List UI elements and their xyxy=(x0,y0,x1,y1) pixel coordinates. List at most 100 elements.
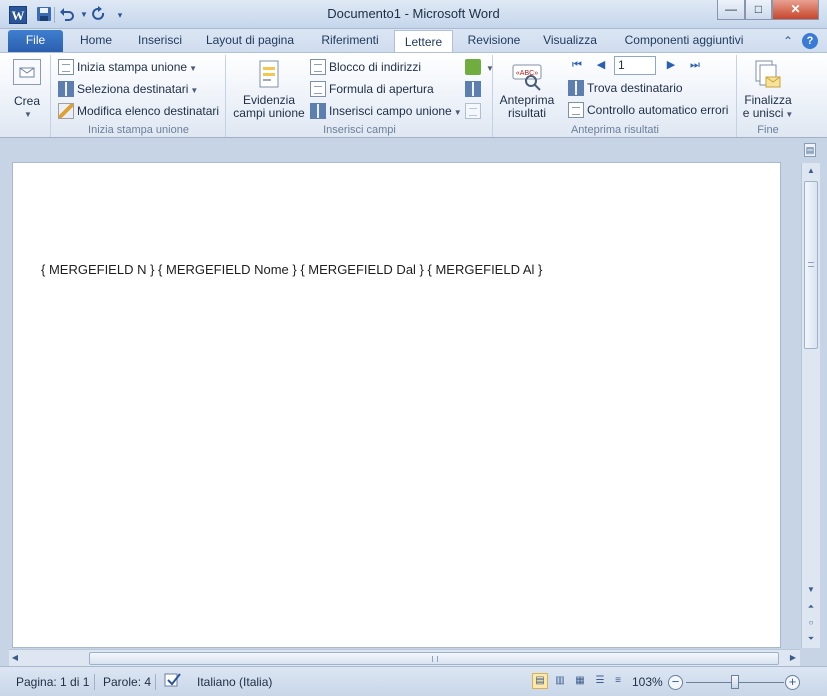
scroll-up-icon[interactable]: ▲ xyxy=(802,163,820,179)
language[interactable]: Italiano (Italia) xyxy=(197,672,272,692)
seleziona-dropdown-icon: ▼ xyxy=(190,86,199,95)
vertical-scrollbar[interactable]: ▲ ▼ ⏶ ○ ⏷ xyxy=(801,163,820,648)
help-icon[interactable]: ? xyxy=(802,33,818,49)
evidenzia-line2: campi unione xyxy=(233,106,305,120)
tab-revisione[interactable]: Revisione xyxy=(462,29,526,53)
blocco-di-indirizzi-button[interactable]: Blocco di indirizzi xyxy=(310,57,421,77)
preview-results-icon: «ABC» xyxy=(511,59,543,91)
tab-visualizza[interactable]: Visualizza xyxy=(537,29,603,53)
scroll-left-icon[interactable]: ◀ xyxy=(9,650,21,666)
ribbon-lettere: Crea ▼ Inizia stampa unione ▼ Seleziona d… xyxy=(0,52,827,138)
merge-fields-line[interactable]: { MERGEFIELD N } { MERGEFIELD Nome } { M… xyxy=(41,262,542,277)
group-crea: Crea ▼ xyxy=(2,55,51,137)
campo-label: Inserisci campo unione xyxy=(329,104,452,118)
group-inserisci-campi: Evidenzia campi unione Blocco di indiriz… xyxy=(227,55,494,137)
tab-inserisci[interactable]: Inserisci xyxy=(130,29,190,53)
record-number-input[interactable]: 1 xyxy=(614,56,656,75)
zoom-in-icon[interactable]: + xyxy=(785,675,800,690)
draft-view-icon[interactable]: ≡ xyxy=(610,673,626,689)
trova-label: Trova destinatario xyxy=(587,81,683,95)
tab-lettere[interactable]: Lettere xyxy=(394,30,453,54)
scroll-right-icon[interactable]: ▶ xyxy=(787,650,799,666)
view-ruler-icon[interactable]: ▤ xyxy=(804,143,816,157)
modifica-elenco-destinatari-button[interactable]: Modifica elenco destinatari xyxy=(58,101,219,121)
tab-file[interactable]: File xyxy=(8,30,63,52)
tab-layout-di-pagina[interactable]: Layout di pagina xyxy=(198,29,302,53)
minimize-ribbon-icon[interactable]: ⌃ xyxy=(779,32,797,50)
controllo-automatico-errori-button[interactable]: Controllo automatico errori xyxy=(568,100,728,120)
title-bar: W ▼ ▾ Documento1 - Microsoft Word — □ ✕ xyxy=(0,0,827,29)
group-label-inserisci: Inserisci campi xyxy=(323,124,396,136)
seleziona-label: Seleziona destinatari xyxy=(77,82,189,96)
next-record-icon[interactable]: ▶ xyxy=(664,58,678,72)
check-errors-icon xyxy=(568,101,584,118)
aggiorna-etichette-button[interactable] xyxy=(465,101,484,121)
document-name: Documento1 xyxy=(327,6,401,21)
formula-di-apertura-button[interactable]: Formula di apertura xyxy=(310,79,434,99)
zoom-level[interactable]: 103% xyxy=(632,672,663,692)
print-layout-view-icon[interactable]: ▤ xyxy=(532,673,548,689)
web-layout-icon[interactable]: ▦ xyxy=(572,673,588,689)
highlight-fields-icon xyxy=(253,59,285,91)
trova-destinatario-button[interactable]: Trova destinatario xyxy=(568,78,683,98)
status-separator xyxy=(155,674,156,690)
ribbon-tabs: File Home Inserisci Layout di pagina Rif… xyxy=(0,29,827,54)
finish-merge-icon xyxy=(752,59,784,91)
crea-label: Crea xyxy=(13,94,40,108)
anteprima-line2: risultati xyxy=(507,106,546,120)
regole-button[interactable]: ▼ xyxy=(465,57,494,77)
maximize-button[interactable]: □ xyxy=(745,0,772,20)
inizia-label: Inizia stampa unione xyxy=(77,60,188,74)
rules-icon xyxy=(465,58,481,75)
previous-page-icon[interactable]: ⏶ xyxy=(802,599,820,615)
tab-riferimenti[interactable]: Riferimenti xyxy=(312,29,388,53)
group-label-anteprima: Anteprima risultati xyxy=(570,124,660,136)
last-record-icon[interactable]: ⏭ xyxy=(688,58,702,72)
zoom-out-icon[interactable]: − xyxy=(668,675,683,690)
zoom-slider-thumb[interactable] xyxy=(731,675,739,689)
word-count[interactable]: Parole: 4 xyxy=(103,672,151,692)
anteprima-risultati-button[interactable]: «ABC» Anteprima risultati xyxy=(496,59,558,120)
proofing-icon[interactable] xyxy=(164,672,182,692)
rules-dropdown-icon: ▼ xyxy=(486,64,494,73)
document-page[interactable]: { MERGEFIELD N } { MERGEFIELD Nome } { M… xyxy=(12,162,781,648)
crea-button[interactable]: Crea ▼ xyxy=(8,59,46,121)
greeting-line-icon xyxy=(310,80,326,97)
finalizza-e-unisci-button[interactable]: Finalizza e unisci ▼ xyxy=(740,59,796,121)
evidenzia-campi-unione-button[interactable]: Evidenzia campi unione xyxy=(231,59,307,120)
hscroll-grip xyxy=(432,656,438,662)
previous-record-icon[interactable]: ◀ xyxy=(594,58,608,72)
tab-componenti-aggiuntivi[interactable]: Componenti aggiuntivi xyxy=(615,29,753,53)
first-record-icon[interactable]: ⏮ xyxy=(570,58,584,72)
horizontal-scrollbar[interactable]: ◀ ▶ xyxy=(9,649,800,666)
next-page-icon[interactable]: ⏷ xyxy=(802,631,820,647)
group-fine: Finalizza e unisci ▼ Fine xyxy=(738,55,798,137)
corrispondenza-campi-button[interactable] xyxy=(465,79,484,99)
update-labels-icon xyxy=(465,102,481,119)
scroll-down-icon[interactable]: ▼ xyxy=(802,582,820,598)
edit-list-icon xyxy=(58,102,74,119)
status-separator xyxy=(94,674,95,690)
svg-text:«ABC»: «ABC» xyxy=(516,70,538,77)
inserisci-campo-unione-button[interactable]: Inserisci campo unione ▼ xyxy=(310,101,462,121)
select-browse-object-icon[interactable]: ○ xyxy=(802,615,820,631)
merge-field-icon xyxy=(310,102,326,119)
full-screen-reading-icon[interactable]: ▥ xyxy=(552,673,568,689)
campo-dropdown-icon: ▼ xyxy=(453,108,462,117)
finalizza-dropdown-icon: ▼ xyxy=(785,110,794,119)
tab-home[interactable]: Home xyxy=(72,29,120,53)
horizontal-scroll-thumb[interactable] xyxy=(89,652,779,665)
page-count[interactable]: Pagina: 1 di 1 xyxy=(16,672,89,692)
minimize-button[interactable]: — xyxy=(717,0,745,20)
crea-dropdown-icon: ▼ xyxy=(24,110,32,119)
controllo-label: Controllo automatico errori xyxy=(587,103,729,117)
outline-view-icon[interactable]: ☰ xyxy=(592,673,608,689)
vertical-scroll-thumb[interactable] xyxy=(804,181,818,349)
inizia-dropdown-icon: ▼ xyxy=(189,64,197,73)
recipients-icon xyxy=(58,80,74,97)
close-button[interactable]: ✕ xyxy=(772,0,819,20)
inizia-stampa-unione-button[interactable]: Inizia stampa unione ▼ xyxy=(58,57,197,77)
scroll-grip xyxy=(808,262,814,267)
seleziona-destinatari-button[interactable]: Seleziona destinatari ▼ xyxy=(58,79,198,99)
mail-merge-doc-icon xyxy=(58,58,74,75)
